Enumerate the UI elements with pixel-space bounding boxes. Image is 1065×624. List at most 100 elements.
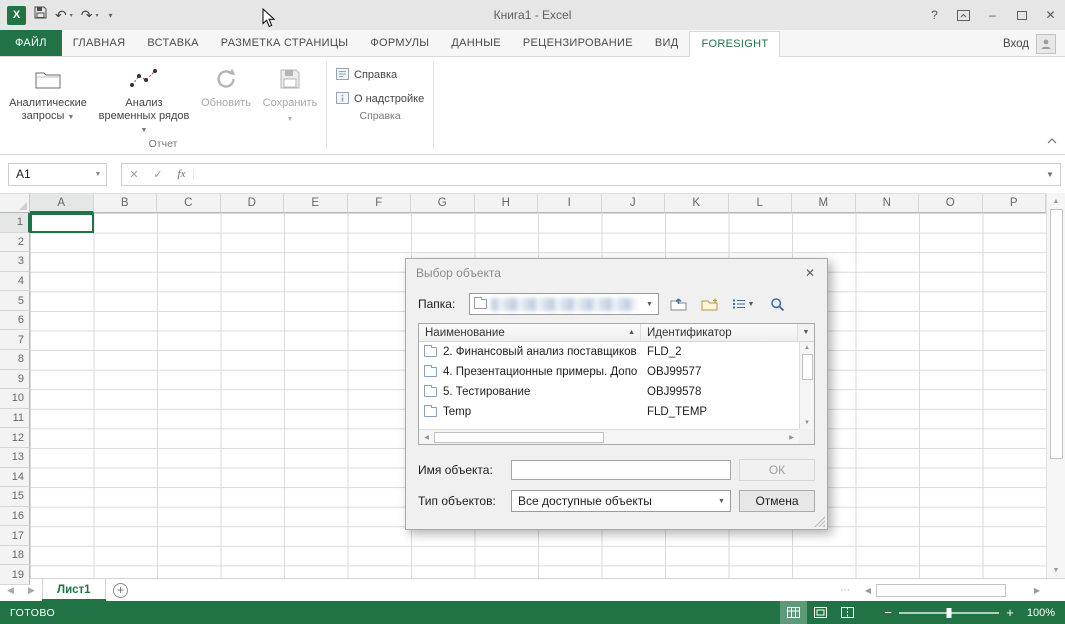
redo-menu-icon[interactable]: ▾	[95, 12, 98, 19]
about-addin-button[interactable]: О надстройке	[336, 89, 424, 109]
row-header-1[interactable]: 1	[0, 213, 30, 233]
row-header-13[interactable]: 13	[0, 448, 30, 468]
tab-page-layout[interactable]: РАЗМЕТКА СТРАНИЦЫ	[210, 31, 360, 56]
new-folder-icon[interactable]	[697, 293, 721, 315]
name-box-caret-icon[interactable]: ▼	[90, 171, 106, 178]
ribbon-display-options-icon[interactable]	[949, 0, 978, 30]
tab-foresight[interactable]: FORESIGHT	[689, 31, 780, 57]
column-header-I[interactable]: I	[538, 194, 602, 213]
dialog-title-bar[interactable]: Выбор объекта ✕	[406, 259, 827, 287]
normal-view-icon[interactable]	[780, 601, 807, 624]
zoom-slider-thumb[interactable]	[947, 608, 952, 618]
tab-formulas[interactable]: ФОРМУЛЫ	[359, 31, 440, 56]
scroll-right-icon[interactable]: ▶	[784, 434, 799, 441]
column-header-N[interactable]: N	[856, 194, 920, 213]
list-item[interactable]: 5. ТестированиеOBJ99578	[419, 382, 799, 402]
horizontal-scrollbar[interactable]: ◀ ▶	[860, 579, 1045, 601]
list-vertical-scrollbar[interactable]: ▲ ▼	[799, 342, 814, 429]
column-header-E[interactable]: E	[284, 194, 348, 213]
tab-home[interactable]: ГЛАВНАЯ	[62, 31, 137, 56]
list-vscroll-thumb[interactable]	[802, 354, 813, 380]
column-header-F[interactable]: F	[348, 194, 412, 213]
combo-arrow-icon[interactable]: ▼	[713, 498, 730, 505]
folder-combobox[interactable]: ▼	[469, 293, 659, 315]
tab-file[interactable]: ФАЙЛ	[0, 30, 62, 56]
sign-in[interactable]: Вход	[1003, 31, 1065, 56]
row-header-4[interactable]: 4	[0, 272, 30, 292]
row-header-12[interactable]: 12	[0, 428, 30, 448]
zoom-out-icon[interactable]: −	[877, 605, 899, 620]
row-header-7[interactable]: 7	[0, 330, 30, 350]
list-horizontal-scrollbar[interactable]: ◀ ▶	[419, 429, 799, 444]
row-header-6[interactable]: 6	[0, 311, 30, 331]
page-break-view-icon[interactable]	[834, 601, 861, 624]
tab-data[interactable]: ДАННЫЕ	[440, 31, 512, 56]
row-header-15[interactable]: 15	[0, 487, 30, 507]
page-layout-view-icon[interactable]	[807, 601, 834, 624]
column-header-K[interactable]: K	[665, 194, 729, 213]
list-item[interactable]: 2. Финансовый анализ поставщиковFLD_2	[419, 342, 799, 362]
close-icon[interactable]: ✕	[1036, 0, 1065, 30]
object-name-input[interactable]	[511, 460, 731, 480]
zoom-in-icon[interactable]: +	[999, 605, 1021, 620]
add-sheet-icon[interactable]: +	[106, 579, 136, 601]
formula-input[interactable]	[194, 164, 1040, 185]
analytic-queries-button[interactable]: Аналитические запросы ▼	[3, 61, 93, 124]
column-header-L[interactable]: L	[729, 194, 793, 213]
list-hscroll-thumb[interactable]	[434, 432, 604, 443]
scroll-up-icon[interactable]: ▲	[804, 342, 810, 354]
customize-qat-icon[interactable]: ▾	[109, 11, 113, 20]
maximize-icon[interactable]	[1007, 0, 1036, 30]
horizontal-scroll-thumb[interactable]	[876, 584, 1006, 597]
row-header-5[interactable]: 5	[0, 291, 30, 311]
view-menu-icon[interactable]: ▼	[728, 293, 758, 315]
zoom-slider[interactable]	[899, 612, 999, 614]
cancel-button[interactable]: Отмена	[739, 490, 815, 512]
resize-grip[interactable]	[813, 515, 825, 527]
help-button[interactable]: Справка	[336, 65, 424, 85]
column-header-P[interactable]: P	[983, 194, 1047, 213]
row-header-2[interactable]: 2	[0, 233, 30, 253]
scroll-down-icon[interactable]: ▼	[804, 417, 810, 429]
zoom-level[interactable]: 100%	[1021, 607, 1065, 619]
row-header-11[interactable]: 11	[0, 409, 30, 429]
column-header-A[interactable]: A	[30, 194, 94, 213]
vertical-scroll-thumb[interactable]	[1050, 209, 1063, 459]
select-all-corner[interactable]	[0, 194, 30, 213]
tab-split-handle[interactable]: ⋯	[832, 585, 860, 596]
column-header-C[interactable]: C	[157, 194, 221, 213]
row-header-19[interactable]: 19	[0, 565, 30, 585]
row-header-16[interactable]: 16	[0, 507, 30, 527]
undo-icon[interactable]: ↶	[55, 8, 67, 22]
collapse-ribbon-icon[interactable]	[1047, 131, 1057, 149]
redo-icon[interactable]: ↷	[81, 8, 93, 22]
column-header-G[interactable]: G	[411, 194, 475, 213]
combo-arrow-icon[interactable]: ▼	[641, 301, 658, 308]
row-header-14[interactable]: 14	[0, 468, 30, 488]
column-header-id[interactable]: Идентификатор	[641, 324, 798, 341]
column-header-M[interactable]: M	[792, 194, 856, 213]
scroll-up-icon[interactable]: ▲	[1053, 193, 1060, 209]
expand-formula-bar-icon[interactable]: ▼	[1040, 170, 1060, 179]
name-box[interactable]: A1 ▼	[8, 163, 107, 186]
column-header-B[interactable]: B	[94, 194, 158, 213]
dialog-close-icon[interactable]: ✕	[793, 259, 827, 287]
scroll-right-icon[interactable]: ▶	[1029, 586, 1045, 595]
help-icon[interactable]: ?	[920, 0, 949, 30]
list-options-icon[interactable]: ▼	[798, 324, 814, 341]
ok-button[interactable]: ОК	[739, 459, 815, 481]
insert-function-icon[interactable]: fx	[170, 168, 194, 180]
row-header-3[interactable]: 3	[0, 252, 30, 272]
row-header-8[interactable]: 8	[0, 350, 30, 370]
column-header-J[interactable]: J	[602, 194, 666, 213]
list-item[interactable]: TempFLD_TEMP	[419, 402, 799, 422]
save-icon[interactable]	[34, 6, 47, 24]
scroll-left-icon[interactable]: ◀	[860, 586, 876, 595]
row-header-18[interactable]: 18	[0, 546, 30, 566]
up-level-icon[interactable]	[666, 293, 690, 315]
tab-review[interactable]: РЕЦЕНЗИРОВАНИЕ	[512, 31, 644, 56]
tab-insert[interactable]: ВСТАВКА	[136, 31, 209, 56]
row-header-17[interactable]: 17	[0, 526, 30, 546]
row-header-9[interactable]: 9	[0, 370, 30, 390]
column-header-name[interactable]: Наименование ▲	[419, 324, 641, 341]
